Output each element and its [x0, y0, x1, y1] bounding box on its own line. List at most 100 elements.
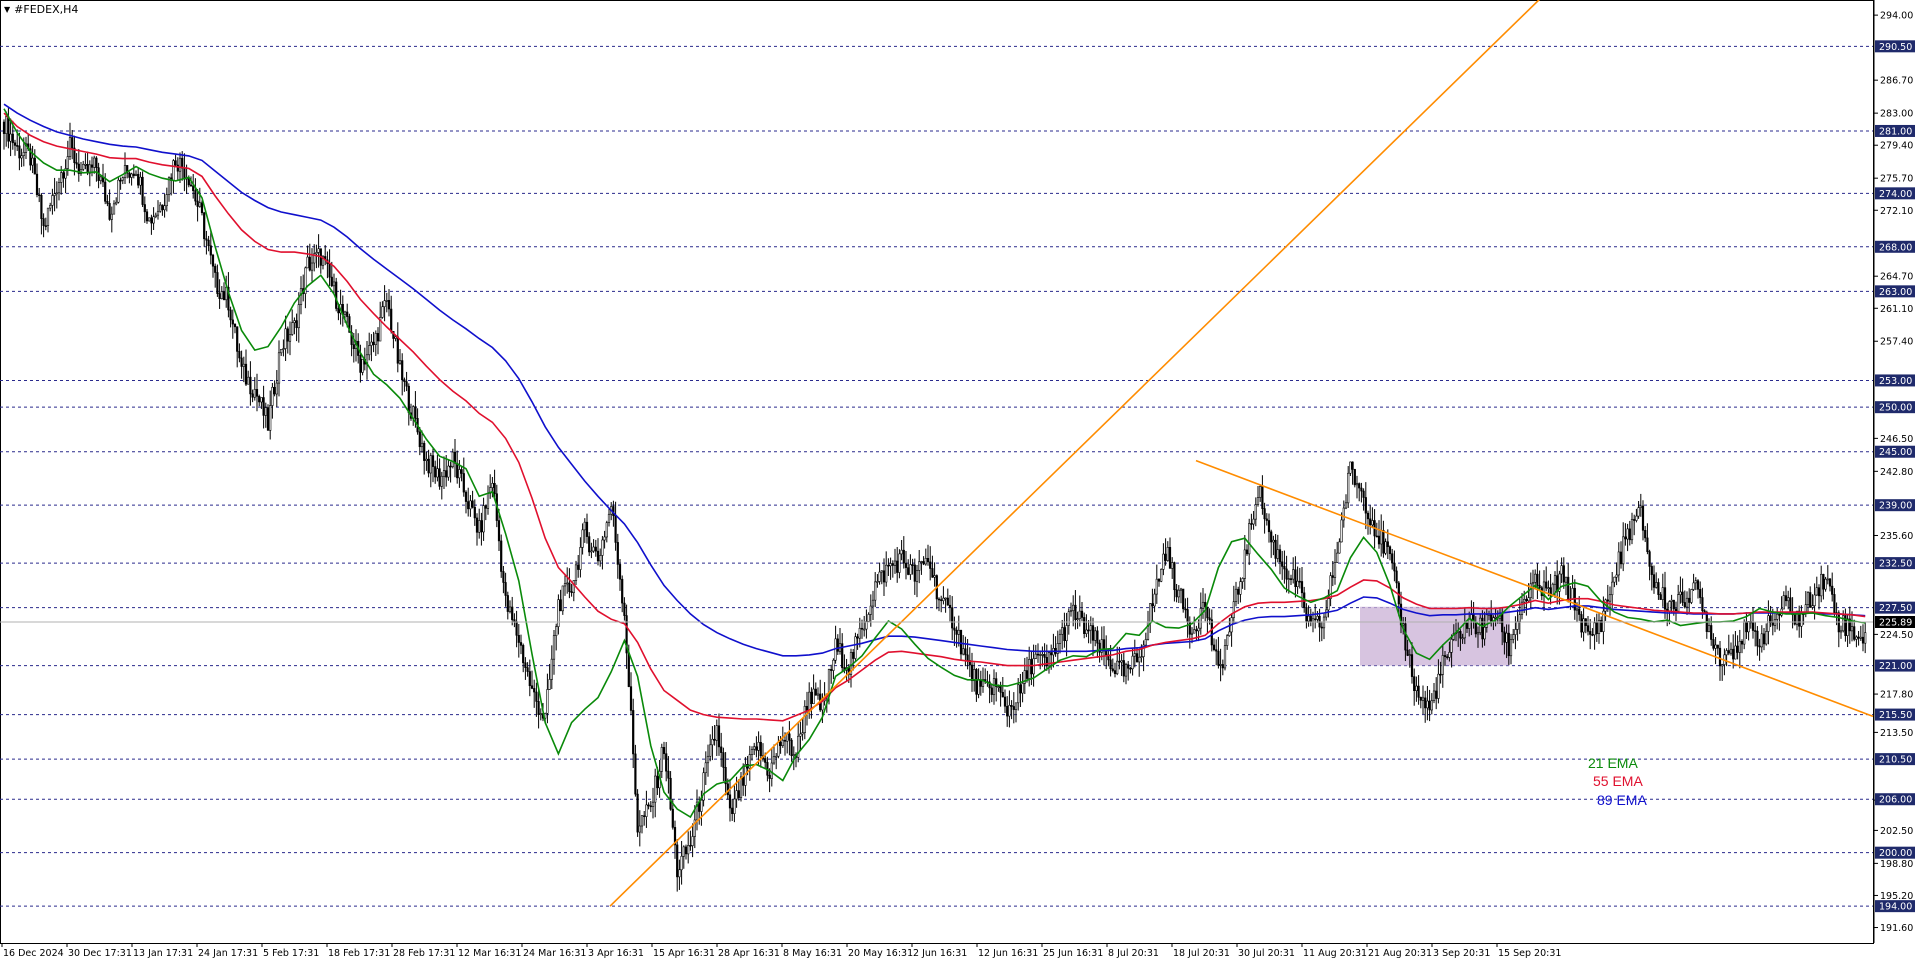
candle-body — [852, 652, 855, 659]
candle-body — [1855, 636, 1858, 640]
candle-body — [1782, 595, 1785, 610]
candle-body — [1727, 650, 1730, 654]
candle-body — [579, 547, 582, 570]
candle-body — [31, 157, 34, 166]
candle-body — [284, 328, 287, 349]
candle-body — [346, 311, 349, 317]
candle-body — [156, 210, 160, 216]
candle-body — [1118, 660, 1121, 663]
candle-body — [60, 172, 63, 183]
candle-body — [1287, 578, 1290, 580]
candle-body — [104, 181, 107, 202]
candle-body — [84, 163, 87, 166]
candle-body — [1538, 584, 1541, 588]
candle-body — [530, 685, 534, 689]
candle-body — [940, 599, 943, 602]
candle-body — [513, 619, 516, 622]
time-tick-label: 20 May 16:31 — [848, 948, 913, 959]
candle-body — [559, 599, 562, 612]
candle-body — [1740, 640, 1744, 645]
candle-body — [1344, 502, 1348, 509]
candle-body — [1197, 627, 1200, 632]
candle-body — [1085, 629, 1088, 635]
candle-body — [581, 529, 584, 548]
candle-body — [863, 628, 866, 631]
candle-body — [1226, 635, 1229, 646]
candle-body — [456, 463, 459, 479]
price-tick-label: 257.40 — [1880, 337, 1913, 348]
candle-body — [1534, 573, 1537, 583]
candle-body — [332, 281, 336, 287]
candle-body — [134, 173, 138, 176]
candle-body — [1164, 553, 1167, 561]
time-tick-label: 11 Aug 20:31 — [1303, 948, 1367, 959]
candle-body — [53, 193, 56, 196]
candle-body — [1386, 541, 1389, 548]
candle-body — [1285, 568, 1288, 580]
candle-body — [1556, 575, 1559, 592]
candle-body — [808, 691, 811, 712]
candle-body — [643, 815, 646, 817]
candle-body — [599, 555, 602, 562]
candle-body — [647, 804, 650, 807]
candle-body — [926, 558, 930, 563]
candle-body — [781, 739, 784, 746]
candle-body — [896, 560, 899, 573]
candle-body — [420, 442, 424, 448]
candle-body — [1582, 618, 1585, 633]
candle-body — [937, 598, 941, 601]
candle-body — [1756, 630, 1759, 647]
time-tick-label: 18 Jul 20:31 — [1173, 948, 1230, 959]
price-tick-label: 286.70 — [1880, 76, 1913, 87]
candle-body — [577, 564, 580, 570]
candle-body — [777, 741, 780, 757]
candle-body — [1668, 601, 1671, 612]
candle-body — [1087, 629, 1090, 632]
candle-body — [1580, 614, 1583, 633]
symbol-title-bar[interactable]: ▼ #FEDEX,H4 — [4, 3, 78, 16]
candle-body — [867, 614, 870, 622]
candle-body — [1613, 576, 1616, 583]
time-tick-label: 24 Jan 17:31 — [198, 948, 258, 959]
candle-body — [280, 348, 283, 354]
candle-body — [1138, 656, 1141, 663]
candle-body — [955, 629, 958, 635]
candle-body — [1564, 576, 1568, 583]
candle-body — [992, 678, 996, 695]
candle-body — [1069, 610, 1073, 613]
candle-body — [1525, 598, 1528, 602]
candle-body — [95, 157, 98, 168]
candle-body — [189, 184, 193, 187]
candle-body — [779, 741, 782, 746]
candle-body — [959, 629, 963, 655]
level-price-tag: 250.00 — [1879, 403, 1912, 414]
candle-body — [1644, 530, 1647, 539]
candle-body — [854, 636, 857, 659]
candle-body — [5, 116, 8, 134]
candle-body — [876, 581, 879, 583]
candle-body — [1758, 645, 1761, 648]
candle-body — [260, 397, 263, 403]
candle-body — [574, 564, 578, 581]
candle-body — [500, 540, 503, 572]
candle-body — [286, 328, 289, 342]
candle-body — [1283, 566, 1286, 570]
dropdown-triangle-icon[interactable]: ▼ — [4, 5, 10, 14]
candle-body — [931, 568, 934, 578]
candle-body — [1483, 627, 1486, 640]
candle-body — [585, 521, 589, 537]
candle-body — [511, 606, 514, 620]
candle-body — [1267, 520, 1271, 533]
price-tick-label: 242.80 — [1880, 467, 1913, 478]
level-price-tag: 210.50 — [1879, 755, 1912, 766]
level-price-tag: 253.00 — [1879, 376, 1912, 387]
candle-body — [977, 679, 980, 695]
candle-body — [909, 564, 912, 575]
price-chart[interactable]: 294.00 286.70 283.00 279.40 275.70 272.10 264.… — [0, 0, 1916, 963]
candle-body — [528, 671, 531, 687]
candle-body — [1641, 505, 1645, 531]
candle-body — [1028, 659, 1031, 679]
candle-body — [308, 256, 311, 271]
candle-body — [583, 521, 586, 531]
candle-body — [1036, 653, 1040, 656]
